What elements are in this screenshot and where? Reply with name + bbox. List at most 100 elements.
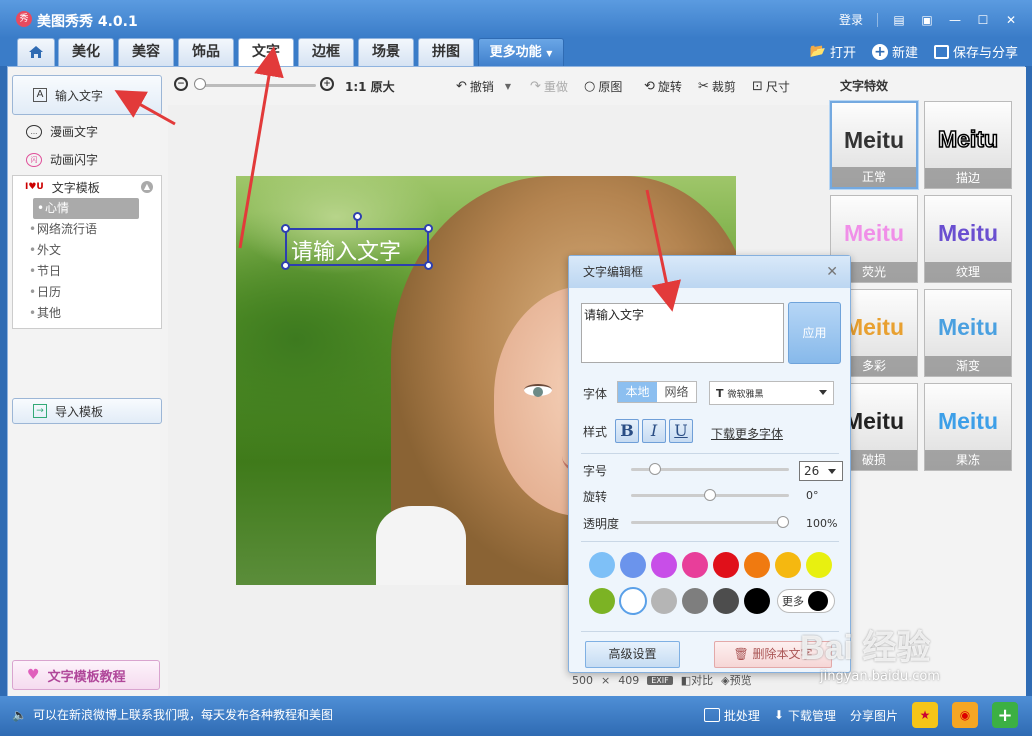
resize-button[interactable]: ⊡ 尺寸 <box>752 78 790 95</box>
dialog-close-icon[interactable]: ✕ <box>826 265 838 279</box>
bold-button[interactable]: B <box>615 419 639 443</box>
opacity-knob[interactable] <box>777 516 789 528</box>
template-item-foreign[interactable]: 外文 <box>13 240 161 261</box>
add-icon[interactable]: + <box>992 702 1018 728</box>
color-swatch[interactable] <box>620 552 646 578</box>
template-item-internet-slang[interactable]: 网络流行语 <box>13 219 161 240</box>
open-button[interactable]: 📂 打开 <box>810 42 856 61</box>
resize-handle-tr[interactable] <box>424 224 433 233</box>
color-swatch[interactable] <box>682 588 708 614</box>
import-template-button[interactable]: → 导入模板 <box>12 398 162 424</box>
advanced-settings-button[interactable]: 高级设置 <box>585 641 680 668</box>
opacity-slider[interactable] <box>631 516 789 528</box>
original-size-button[interactable]: 1:1 原大 <box>345 78 395 95</box>
color-swatch[interactable] <box>651 552 677 578</box>
plus-icon: + <box>871 43 888 60</box>
rotate-slider[interactable] <box>631 489 789 501</box>
minimize-icon[interactable]: — <box>948 13 962 27</box>
input-text-button[interactable]: A 输入文字 <box>12 75 162 115</box>
effect-tile[interactable]: Meitu 纹理 <box>924 195 1012 283</box>
comic-text-link[interactable]: ... 漫画文字 <box>26 123 98 140</box>
zoom-slider-knob[interactable] <box>194 78 206 90</box>
template-item-calendar[interactable]: 日历 <box>13 282 161 303</box>
apply-button[interactable]: 应用 <box>788 302 841 364</box>
tab-beauty[interactable]: 美容 <box>118 38 174 66</box>
effect-tile[interactable]: Meitu 描边 <box>924 101 1012 189</box>
collapse-icon[interactable]: ▲ <box>141 181 153 193</box>
chevron-down-icon[interactable]: ▼ <box>505 82 511 91</box>
color-swatch[interactable] <box>744 588 770 614</box>
color-swatch[interactable] <box>589 552 615 578</box>
share-image-button[interactable]: 分享图片 <box>850 707 898 724</box>
color-swatch[interactable] <box>682 552 708 578</box>
zoom-in-icon[interactable]: + <box>320 77 334 91</box>
tab-frame[interactable]: 边框 <box>298 38 354 66</box>
animated-text-link[interactable]: 闪 动画闪字 <box>26 151 98 168</box>
weibo-icon[interactable]: ◉ <box>952 702 978 728</box>
tab-beautify[interactable]: 美化 <box>58 38 114 66</box>
rotate-knob[interactable] <box>704 489 716 501</box>
rotate-handle[interactable] <box>353 212 362 221</box>
close-icon[interactable]: ✕ <box>1004 13 1018 27</box>
save-share-button[interactable]: 保存与分享 <box>933 42 1018 61</box>
font-size-select[interactable]: 26 <box>799 461 843 481</box>
download-more-fonts-link[interactable]: 下载更多字体 <box>711 425 783 442</box>
effect-tile[interactable]: Meitu 正常 <box>830 101 918 189</box>
underline-button[interactable]: U <box>669 419 693 443</box>
color-swatch[interactable] <box>651 588 677 614</box>
font-size-knob[interactable] <box>648 463 661 475</box>
template-item-holiday[interactable]: 节日 <box>13 261 161 282</box>
exif-button[interactable]: EXIF <box>647 675 673 685</box>
color-swatch[interactable] <box>713 588 739 614</box>
tab-home[interactable] <box>17 38 55 66</box>
italic-button[interactable]: I <box>642 419 666 443</box>
color-swatch[interactable] <box>744 552 770 578</box>
text-content-field[interactable]: 请输入文字 <box>581 303 784 363</box>
feedback-icon[interactable]: ▤ <box>892 13 906 27</box>
template-header[interactable]: I♥U 文字模板 ▲ <box>13 176 161 198</box>
template-item-other[interactable]: 其他 <box>13 303 161 324</box>
star-icon[interactable]: ★ <box>912 702 938 728</box>
zoom-out-icon[interactable]: − <box>174 77 188 91</box>
text-overlay-box[interactable]: 请输入文字 <box>281 212 433 270</box>
font-size-slider[interactable] <box>631 463 789 475</box>
tab-collage[interactable]: 拼图 <box>418 38 474 66</box>
effect-tile[interactable]: Meitu 果冻 <box>924 383 1012 471</box>
new-button[interactable]: + 新建 <box>871 42 918 61</box>
batch-button[interactable]: 批处理 <box>703 707 760 724</box>
tab-more-functions[interactable]: 更多功能 ▼ <box>478 38 564 66</box>
template-item-mood[interactable]: 心情 <box>33 198 139 219</box>
rotate-button[interactable]: ⟲ 旋转 <box>644 78 682 95</box>
font-web-option[interactable]: 网络 <box>657 382 696 402</box>
login-link[interactable]: 登录 <box>839 11 863 28</box>
template-tutorial-button[interactable]: ♥ 文字模板教程 <box>12 660 160 690</box>
color-swatch[interactable] <box>775 552 801 578</box>
zoom-slider[interactable] <box>198 84 316 87</box>
tab-text[interactable]: 文字 <box>238 38 294 67</box>
maximize-icon[interactable]: ☐ <box>976 13 990 27</box>
undo-button[interactable]: ↶ 撤销 ▼ <box>456 78 511 95</box>
resize-handle-bl[interactable] <box>281 261 290 270</box>
original-button[interactable]: ○ 原图 <box>584 78 622 95</box>
color-swatch[interactable] <box>713 552 739 578</box>
tab-scene[interactable]: 场景 <box>358 38 414 66</box>
crop-button[interactable]: ✂ 裁剪 <box>698 78 736 95</box>
download-manager-button[interactable]: ⬇ 下载管理 <box>774 707 836 724</box>
font-family-select[interactable]: T 微软雅黑 <box>709 381 834 405</box>
skin-icon[interactable]: ▣ <box>920 13 934 27</box>
effect-tile[interactable]: Meitu 渐变 <box>924 289 1012 377</box>
resize-handle-tl[interactable] <box>281 224 290 233</box>
more-colors-button[interactable]: 更多 <box>777 589 835 613</box>
resize-handle-br[interactable] <box>424 261 433 270</box>
status-message[interactable]: 可以在新浪微博上联系我们哦，每天发布各种教程和美图 <box>33 706 333 723</box>
color-swatch[interactable] <box>619 587 647 615</box>
color-swatch[interactable] <box>806 552 832 578</box>
preview-button[interactable]: ◈预览 <box>721 672 751 688</box>
compare-button[interactable]: ◧对比 <box>681 672 713 688</box>
font-local-option[interactable]: 本地 <box>618 382 657 402</box>
image-info-bar: 500 × 409 EXIF ◧对比 ◈预览 <box>572 672 752 688</box>
rotate-value: 0° <box>806 489 819 502</box>
redo-button[interactable]: ↷ 重做 <box>530 78 568 95</box>
tab-accessories[interactable]: 饰品 <box>178 38 234 66</box>
color-swatch[interactable] <box>589 588 615 614</box>
